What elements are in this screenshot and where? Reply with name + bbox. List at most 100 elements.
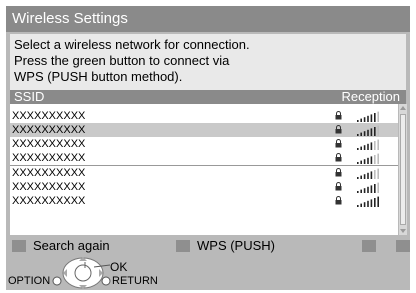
- network-ssid: XXXXXXXXXX: [12, 138, 86, 150]
- signal-strength-icon: [357, 125, 379, 136]
- color-button-bar: Search again WPS (PUSH): [6, 235, 410, 255]
- signal-strength-icon: [357, 153, 379, 164]
- signal-bar: [377, 111, 379, 122]
- ssid-column-header: SSID: [14, 89, 45, 104]
- signal-bar: [360, 160, 362, 164]
- lock-icon: [335, 153, 342, 162]
- signal-bar: [363, 202, 366, 207]
- signal-bar: [357, 177, 359, 179]
- signal-bar: [377, 153, 379, 164]
- signal-bar: [360, 203, 362, 207]
- screen-title: Wireless Settings: [6, 6, 410, 32]
- wireless-settings-screen: Wireless Settings Select a wireless netw…: [6, 6, 410, 290]
- signal-bar: [374, 141, 376, 150]
- signal-bar: [367, 129, 369, 136]
- signal-bar: [367, 115, 369, 122]
- signal-bar: [377, 139, 379, 150]
- lock-icon: [335, 182, 342, 191]
- wps-push-color-button[interactable]: [176, 240, 190, 252]
- signal-bar: [370, 185, 373, 193]
- list-header: SSID Reception: [10, 90, 406, 104]
- network-ssid: XXXXXXXXXX: [12, 167, 86, 179]
- scroll-up-icon[interactable]: [399, 104, 407, 112]
- signal-bar: [377, 182, 379, 193]
- signal-bar: [357, 191, 359, 193]
- lock-icon: [335, 125, 342, 134]
- network-row[interactable]: XXXXXXXXXX: [10, 123, 398, 137]
- dpad-icon[interactable]: [61, 256, 105, 290]
- signal-bar: [367, 143, 369, 150]
- lock-icon: [335, 111, 342, 120]
- signal-bar: [367, 200, 369, 207]
- ok-label: OK: [110, 260, 128, 274]
- ok-pointer-icon: [94, 264, 110, 268]
- signal-bar: [367, 157, 369, 164]
- signal-bar: [377, 125, 379, 136]
- instruction-line-3: WPS (PUSH button method).: [14, 69, 183, 84]
- network-ssid: XXXXXXXXXX: [12, 181, 86, 193]
- instructions-panel: Select a wireless network for connection…: [10, 34, 406, 90]
- signal-bar: [363, 145, 366, 150]
- signal-bar: [357, 120, 359, 122]
- signal-bar: [374, 127, 376, 136]
- signal-strength-icon: [357, 196, 379, 207]
- scrollbar-thumb[interactable]: [400, 114, 406, 225]
- network-row[interactable]: XXXXXXXXXX: [10, 180, 398, 194]
- signal-bar: [363, 159, 366, 164]
- scrollbar[interactable]: [399, 104, 407, 235]
- signal-bar: [370, 114, 373, 122]
- signal-bar: [370, 199, 373, 207]
- network-row[interactable]: XXXXXXXXXX: [10, 109, 398, 123]
- signal-bar: [360, 132, 362, 136]
- instruction-line-1: Select a wireless network for connection…: [14, 37, 250, 52]
- return-button-icon[interactable]: [101, 276, 111, 286]
- blue-color-button[interactable]: [396, 240, 410, 252]
- network-list: XXXXXXXXXX XXXXXXXXXX XXXXXXXXXX XXXXXXXXXX…: [10, 104, 398, 235]
- network-row[interactable]: XXXXXXXXXX: [10, 166, 398, 180]
- option-button-icon[interactable]: [52, 276, 62, 286]
- search-again-color-button[interactable]: [12, 240, 26, 252]
- network-ssid: XXXXXXXXXX: [12, 124, 86, 136]
- network-ssid: XXXXXXXXXX: [12, 110, 86, 122]
- signal-bar: [360, 146, 362, 150]
- signal-bar: [370, 142, 373, 150]
- signal-bar: [357, 148, 359, 150]
- search-again-label[interactable]: Search again: [33, 238, 110, 254]
- signal-bar: [360, 189, 362, 193]
- signal-bar: [357, 162, 359, 164]
- signal-bar: [374, 184, 376, 193]
- lock-icon: [335, 168, 342, 177]
- network-row[interactable]: XXXXXXXXXX: [10, 194, 398, 208]
- signal-bar: [360, 175, 362, 179]
- signal-strength-icon: [357, 168, 379, 179]
- reception-column-header: Reception: [341, 89, 400, 104]
- signal-bar: [363, 188, 366, 193]
- return-label: RETURN: [112, 275, 158, 287]
- wps-push-label[interactable]: WPS (PUSH): [197, 238, 275, 254]
- signal-bar: [370, 128, 373, 136]
- signal-bar: [363, 131, 366, 136]
- list-divider: [10, 165, 398, 166]
- signal-strength-icon: [357, 139, 379, 150]
- signal-bar: [367, 186, 369, 193]
- signal-bar: [367, 172, 369, 179]
- signal-bar: [363, 117, 366, 122]
- signal-bar: [374, 170, 376, 179]
- signal-strength-icon: [357, 111, 379, 122]
- signal-strength-icon: [357, 182, 379, 193]
- signal-bar: [377, 168, 379, 179]
- signal-bar: [357, 134, 359, 136]
- signal-bar: [377, 196, 379, 207]
- remote-nav-guide: OK OPTION RETURN: [6, 255, 410, 290]
- signal-bar: [357, 205, 359, 207]
- scroll-down-icon[interactable]: [399, 227, 407, 235]
- instruction-line-2: Press the green button to connect via: [14, 53, 230, 68]
- network-row[interactable]: XXXXXXXXXX: [10, 151, 398, 165]
- network-row[interactable]: XXXXXXXXXX: [10, 137, 398, 151]
- signal-bar: [374, 155, 376, 164]
- yellow-color-button[interactable]: [362, 240, 376, 252]
- lock-icon: [335, 196, 342, 205]
- network-ssid: XXXXXXXXXX: [12, 195, 86, 207]
- option-label: OPTION: [8, 275, 51, 287]
- signal-bar: [363, 174, 366, 179]
